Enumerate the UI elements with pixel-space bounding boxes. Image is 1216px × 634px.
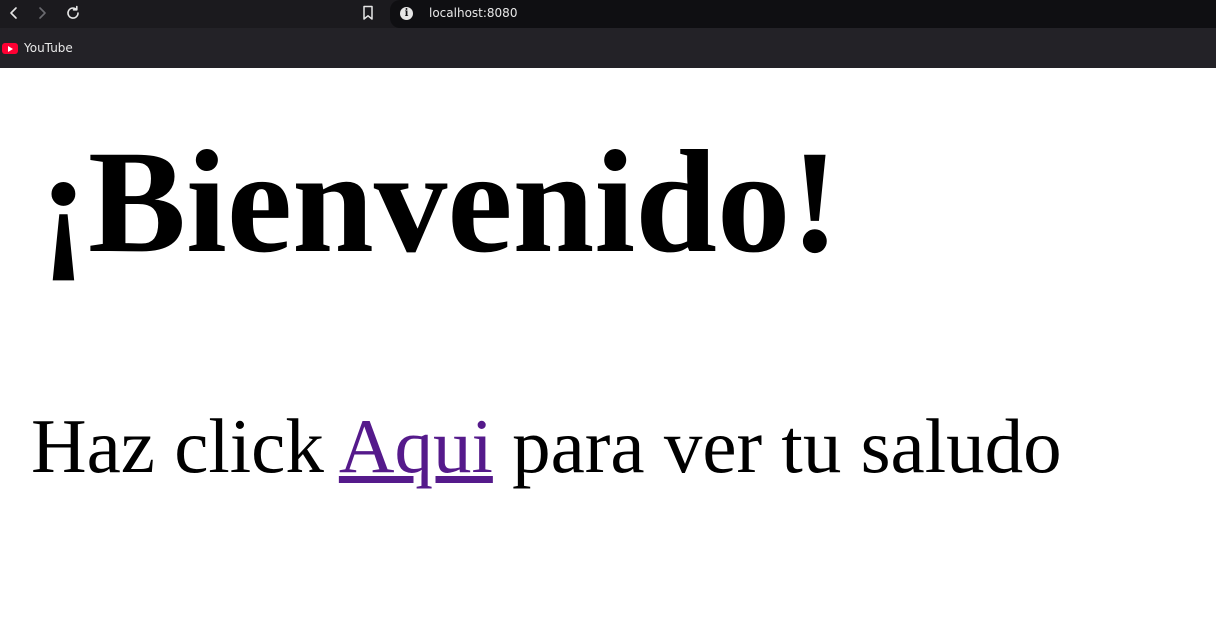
aqui-link[interactable]: Aqui: [339, 403, 493, 489]
chevron-left-icon: [10, 7, 17, 19]
reload-icon: [67, 5, 79, 19]
back-button[interactable]: [2, 2, 26, 24]
browser-toolbar: i localhost:8080: [0, 0, 1216, 28]
bookmark-icon: [363, 5, 373, 20]
chevron-right-icon: [39, 7, 46, 19]
youtube-icon: [2, 42, 18, 54]
address-bar[interactable]: i localhost:8080: [390, 0, 1216, 28]
text-after-link: para ver tu saludo: [492, 403, 1062, 489]
page-heading: ¡Bienvenido!: [39, 120, 840, 283]
bookmark-label: YouTube: [24, 41, 73, 55]
bookmark-button[interactable]: [356, 2, 380, 24]
reload-button[interactable]: [61, 2, 85, 24]
greeting-paragraph: Haz click Aqui para ver tu saludo: [31, 398, 1062, 494]
page-content: ¡Bienvenido! Haz click Aqui para ver tu …: [0, 68, 1216, 634]
forward-button[interactable]: [30, 2, 54, 24]
info-icon[interactable]: i: [400, 7, 413, 20]
browser-chrome: i localhost:8080 YouTube: [0, 0, 1216, 68]
url-text[interactable]: localhost:8080: [429, 6, 517, 20]
text-before-link: Haz click: [31, 403, 339, 489]
bookmark-youtube[interactable]: YouTube: [2, 38, 73, 58]
